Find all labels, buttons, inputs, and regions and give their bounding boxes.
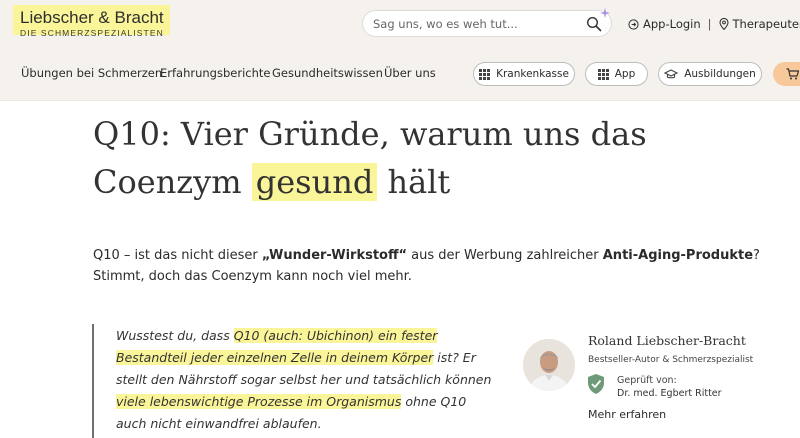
logo[interactable]: Liebscher & Bracht DIE SCHMERZSPEZIALIST… (13, 5, 170, 38)
sparkle-icon (600, 8, 610, 18)
reviewed-by-label: Geprüft von: (617, 375, 677, 386)
app-label: App (614, 68, 636, 80)
title-line-1: Q10: Vier Gründe, warum uns das (93, 115, 647, 153)
author-role: Bestseller-Autor & Schmerzspezialist (588, 355, 754, 365)
trainings-label: Ausbildungen (684, 68, 756, 80)
top-bar: Liebscher & Bracht DIE SCHMERZSPEZIALIST… (0, 0, 800, 48)
page-title: Q10: Vier Gründe, warum uns das Coenzym g… (93, 110, 733, 206)
graduation-cap-icon (664, 68, 679, 78)
insurance-button[interactable]: Krankenkasse (473, 62, 575, 86)
title-highlight: gesund (251, 163, 378, 201)
search-icon[interactable] (586, 16, 602, 32)
author-name: Roland Liebscher-Bracht (588, 333, 746, 348)
top-links: App-Login | Therapeuten fin (628, 16, 800, 32)
quote-highlight: viele lebenswichtige Prozesse im Organis… (116, 394, 402, 409)
cart-icon (786, 68, 799, 80)
nav-item-exercises[interactable]: Übungen bei Schmerzen (21, 66, 162, 80)
more-link[interactable]: Mehr erfahren (588, 408, 666, 421)
author-photo-icon (523, 339, 575, 391)
quote-bar (92, 324, 94, 438)
reviewer-name: Dr. med. Egbert Ritter (617, 388, 722, 399)
avatar (523, 339, 575, 391)
lead-text: aus der Werbung zahlreicher (407, 248, 603, 263)
quote-part: Wusstest du, dass (116, 328, 234, 343)
grid-icon (597, 68, 609, 80)
app-login-label: App-Login (643, 16, 701, 31)
lead-paragraph: Q10 – ist das nicht dieser „Wunder-Wirks… (93, 245, 793, 287)
title-after: hält (387, 163, 451, 201)
logo-name: Liebscher & Bracht (20, 8, 164, 27)
separator: | (707, 16, 712, 31)
title-before: Coenzym (93, 163, 242, 201)
nav-item-about[interactable]: Über uns (384, 66, 436, 80)
lead-bold-term: Anti-Aging-Produkte (602, 248, 754, 263)
cart-button[interactable] (773, 62, 800, 86)
therapists-link[interactable]: Therapeuten fin (718, 16, 800, 31)
therapists-label: Therapeuten fin (732, 16, 800, 31)
shield-check-icon (588, 374, 604, 394)
logo-tagline: DIE SCHMERZSPEZIALISTEN (20, 28, 164, 38)
nav-item-testimonials[interactable]: Erfahrungsberichte (160, 66, 270, 80)
lead-bold-term: „Wunder-Wirkstoff“ (261, 248, 408, 263)
quote-text: Wusstest du, dass Q10 (auch: Ubichinon) … (116, 325, 496, 435)
app-button[interactable]: App (585, 62, 648, 86)
search-box[interactable] (362, 8, 612, 37)
insurance-label: Krankenkasse (496, 68, 569, 80)
login-icon (628, 18, 639, 30)
search-input[interactable] (373, 14, 583, 33)
trainings-button[interactable]: Ausbildungen (658, 62, 762, 86)
main-nav: Übungen bei Schmerzen Erfahrungsberichte… (0, 48, 800, 101)
app-login-link[interactable]: App-Login (628, 17, 701, 31)
grid-icon (479, 68, 491, 80)
nav-item-health-knowledge[interactable]: Gesundheitswissen (272, 66, 383, 80)
lead-text: Q10 – ist das nicht dieser (93, 248, 262, 263)
location-pin-icon (718, 17, 729, 31)
